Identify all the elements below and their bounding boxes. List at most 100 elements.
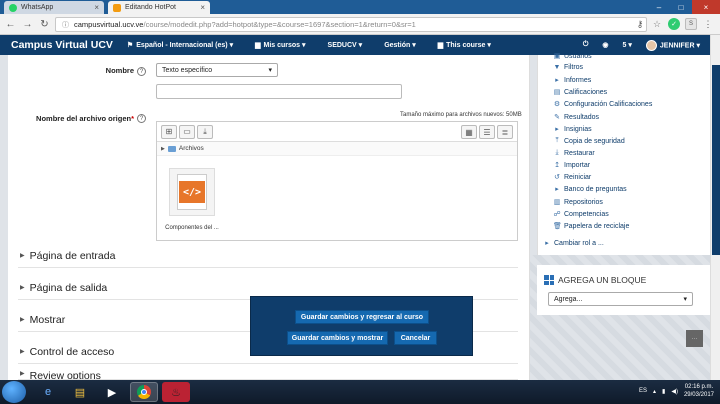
sidebar-item-reiniciar[interactable]: ↺ Reiniciar bbox=[553, 173, 591, 182]
page-scrollbar[interactable] bbox=[710, 35, 720, 380]
window-close-button[interactable]: × bbox=[692, 0, 720, 14]
restore-icon: ⤓ bbox=[555, 149, 559, 156]
chevron-down-icon: ▾ bbox=[268, 67, 272, 74]
back-icon[interactable]: ← bbox=[4, 18, 17, 31]
file-name[interactable]: Componentes del ... bbox=[163, 224, 221, 241]
briefcase-icon: ▆ bbox=[437, 42, 444, 49]
taskbar-clock[interactable]: 02:16 p.m. 29/03/2017 bbox=[684, 383, 714, 399]
sidebar-item-competencias[interactable]: ☍ Competencias bbox=[553, 210, 609, 219]
forward-icon[interactable]: → bbox=[21, 18, 34, 31]
network-icon[interactable]: ▮ bbox=[662, 388, 665, 395]
view-switcher: ▦ ☰ ≣ bbox=[461, 125, 513, 139]
section-pagina-entrada[interactable]: ▶ Página de entrada bbox=[18, 244, 518, 268]
my-courses-menu[interactable]: ▆ Mis cursos ▾ bbox=[255, 41, 305, 50]
tray-arrow-icon[interactable]: ▴ bbox=[653, 388, 656, 395]
power-icon[interactable]: ⏻ bbox=[583, 41, 589, 49]
sidebar-item-cambiar-rol[interactable]: ▸ Cambiar rol a ... bbox=[543, 239, 604, 248]
list-view-icon[interactable]: ☰ bbox=[479, 125, 495, 139]
sidebar-item-informes[interactable]: ▸ Informes bbox=[553, 76, 591, 85]
system-tray: ES ▴ ▮ ◀) 02:16 p.m. 29/03/2017 bbox=[639, 383, 714, 399]
settings-icon[interactable]: ◉ bbox=[602, 41, 608, 49]
sidebar-item-repositorios[interactable]: ▥ Repositorios bbox=[553, 198, 603, 207]
sidebar-item-restaurar[interactable]: ⤓ Restaurar bbox=[553, 149, 595, 157]
sidebar-item-label: Configuración Calificaciones bbox=[564, 100, 653, 108]
messages-menu[interactable]: 5 ▾ bbox=[623, 41, 632, 49]
help-icon[interactable]: ? bbox=[137, 114, 146, 123]
tab-label: Editando HotPot bbox=[125, 4, 176, 11]
file-thumbnail[interactable]: </> bbox=[169, 168, 215, 216]
sidebar-item-label: Resultados bbox=[564, 113, 600, 121]
reload-icon[interactable]: ↻ bbox=[38, 18, 51, 31]
back-to-top-button[interactable]: ··· bbox=[686, 330, 703, 347]
create-folder-icon[interactable]: ▭ bbox=[179, 124, 195, 139]
sidebar-item-insignias[interactable]: ▸ Insignias bbox=[553, 125, 591, 134]
folder-label[interactable]: Archivos bbox=[179, 145, 204, 152]
save-show-button[interactable]: Guardar cambios y mostrar bbox=[287, 331, 388, 345]
language-menu[interactable]: ⚑ Español - Internacional (es) ▾ bbox=[127, 41, 233, 50]
sidebar-item-config-calificaciones[interactable]: ⚙ Configuración Calificaciones bbox=[553, 100, 653, 109]
collapse-caret-icon: ▶ bbox=[20, 285, 25, 291]
menu-icon[interactable]: ⋮ bbox=[702, 18, 714, 30]
tab-whatsapp[interactable]: WhatsApp × bbox=[4, 1, 104, 14]
html-file-icon: </> bbox=[177, 174, 207, 210]
volume-icon[interactable]: ◀) bbox=[671, 388, 678, 395]
hotpotatoes-icon[interactable]: ♨ bbox=[162, 382, 190, 402]
user-menu[interactable]: JENNIFER ▾ bbox=[645, 39, 700, 51]
folder-icon: ▸ bbox=[555, 77, 559, 84]
moodle-icon bbox=[113, 3, 121, 12]
max-size-note: Tamaño máximo para archivos nuevos: 50MB bbox=[400, 112, 522, 118]
sidebar-item-filtros[interactable]: ▼ Filtros bbox=[553, 64, 584, 71]
download-icon[interactable]: ⤓ bbox=[197, 124, 213, 139]
sidebar-item-importar[interactable]: ↥ Importar bbox=[553, 161, 590, 170]
sidebar-item-banco-preguntas[interactable]: ▸ Banco de preguntas bbox=[553, 185, 626, 194]
minimize-button[interactable]: – bbox=[648, 0, 670, 14]
nombre-select[interactable]: Texto específico ▾ bbox=[156, 63, 278, 77]
sidebar-item-label: Cambiar rol a ... bbox=[554, 239, 604, 247]
maximize-button[interactable]: □ bbox=[670, 0, 692, 14]
close-icon[interactable]: × bbox=[200, 3, 205, 12]
start-button[interactable] bbox=[2, 381, 26, 403]
sidebar-item-label: Restaurar bbox=[564, 149, 595, 157]
file-picker-path: ▶ Archivos bbox=[157, 142, 517, 156]
tab-editando-hotpot[interactable]: Editando HotPot × bbox=[108, 1, 210, 14]
sidebar-item-papelera[interactable]: 🗑 Papelera de reciclaje bbox=[553, 222, 629, 231]
language-label: Español - Internacional (es) bbox=[136, 41, 228, 49]
extension-s-icon[interactable]: S bbox=[685, 18, 697, 30]
language-indicator[interactable]: ES bbox=[639, 388, 647, 394]
site-brand[interactable]: Campus Virtual UCV bbox=[11, 39, 113, 51]
close-icon[interactable]: × bbox=[94, 3, 99, 12]
add-block-select[interactable]: Agrega... ▾ bbox=[548, 292, 693, 306]
cancel-button[interactable]: Cancelar bbox=[394, 331, 437, 345]
this-course-menu[interactable]: ▆ This course ▾ bbox=[437, 41, 491, 50]
ie-icon[interactable]: e bbox=[34, 382, 62, 402]
users-icon: ▣ bbox=[553, 53, 561, 60]
explorer-icon[interactable]: ▤ bbox=[66, 382, 94, 402]
sidebar-item-resultados[interactable]: ✎ Resultados bbox=[553, 113, 600, 122]
sidebar-item-calificaciones[interactable]: ▤ Calificaciones bbox=[553, 88, 608, 97]
url-input[interactable]: ⓘ campusvirtual.ucv.ve /course/modedit.p… bbox=[55, 17, 647, 32]
extension-check-icon[interactable]: ✓ bbox=[668, 18, 680, 30]
tree-view-icon[interactable]: ≣ bbox=[497, 125, 513, 139]
url-path: /course/modedit.php?add=hotpot&type=&cou… bbox=[143, 20, 416, 29]
add-file-icon[interactable]: ⊞ bbox=[161, 124, 177, 139]
sidebar-item-usuarios[interactable]: ▣ Usuarios bbox=[553, 52, 592, 61]
bookmark-star-icon[interactable]: ☆ bbox=[651, 18, 663, 30]
help-icon[interactable]: ? bbox=[137, 67, 146, 76]
seducv-menu[interactable]: SEDUCV ▾ bbox=[328, 41, 363, 50]
section-title: Página de entrada bbox=[29, 249, 116, 262]
info-icon[interactable]: ⓘ bbox=[62, 20, 69, 30]
expand-arrow-icon[interactable]: ▶ bbox=[161, 146, 165, 152]
gestion-menu[interactable]: Gestión ▾ bbox=[384, 41, 416, 50]
save-return-button[interactable]: Guardar cambios y regresar al curso bbox=[295, 310, 429, 324]
section-review-options[interactable]: ▶ Review options bbox=[18, 370, 518, 380]
sidebar-item-label: Competencias bbox=[564, 210, 609, 218]
chrome-icon[interactable] bbox=[130, 382, 158, 402]
section-title: Review options bbox=[29, 370, 101, 380]
media-player-icon[interactable]: ▶ bbox=[98, 382, 126, 402]
sidebar-item-copia-seguridad[interactable]: ⤒ Copia de seguridad bbox=[553, 137, 624, 145]
grid-view-icon[interactable]: ▦ bbox=[461, 125, 477, 139]
nombre-text-input[interactable] bbox=[156, 84, 402, 99]
scrollbar-thumb[interactable] bbox=[712, 65, 720, 255]
section-title: Control de acceso bbox=[29, 345, 115, 358]
key-icon[interactable]: ⚷ bbox=[634, 18, 646, 30]
